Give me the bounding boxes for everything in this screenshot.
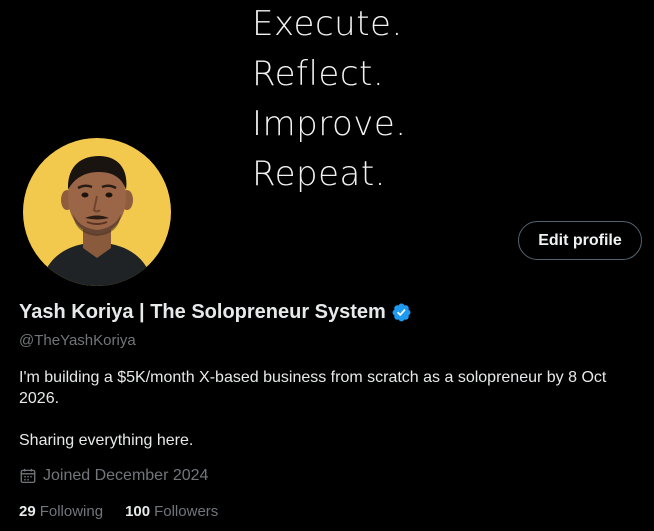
following-link[interactable]: 29 Following bbox=[19, 503, 103, 520]
followers-link[interactable]: 100 Followers bbox=[125, 503, 218, 520]
follow-stats: 29 Following 100 Followers bbox=[19, 503, 218, 520]
edit-profile-button[interactable]: Edit profile bbox=[518, 221, 642, 260]
avatar-photo bbox=[23, 138, 171, 286]
calendar-icon bbox=[20, 468, 36, 484]
followers-count: 100 bbox=[125, 503, 151, 520]
banner-text-line-3: Improve. bbox=[252, 104, 407, 144]
profile-bio: I'm building a $5K/month X-based busines… bbox=[19, 367, 629, 451]
join-date: Joined December 2024 bbox=[19, 467, 208, 485]
following-label: Following bbox=[39, 503, 104, 520]
bio-paragraph: I'm building a $5K/month X-based busines… bbox=[19, 369, 607, 407]
joined-text: Joined December 2024 bbox=[43, 467, 209, 484]
banner-text-line-2: Reflect. bbox=[252, 54, 385, 94]
profile-handle: @TheYashKoriya bbox=[19, 332, 136, 349]
profile-name-row: Yash Koriya | The Solopreneur System bbox=[19, 301, 412, 324]
banner-text-line-1: Execute. bbox=[252, 4, 403, 44]
verified-badge-icon[interactable] bbox=[391, 302, 412, 323]
followers-label: Followers bbox=[154, 503, 219, 520]
following-count: 29 bbox=[19, 503, 36, 520]
display-name: Yash Koriya | The Solopreneur System bbox=[19, 301, 386, 323]
bio-paragraph: Sharing everything here. bbox=[19, 432, 194, 449]
avatar[interactable] bbox=[19, 134, 175, 290]
banner-text-line-4: Repeat. bbox=[252, 154, 386, 194]
